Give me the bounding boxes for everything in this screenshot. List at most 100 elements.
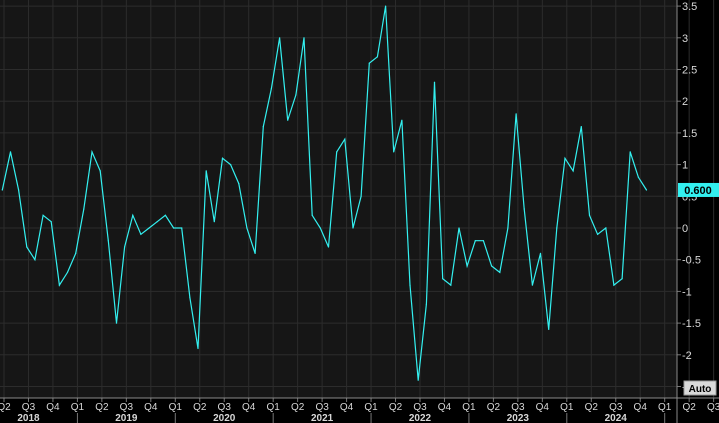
x-tick-label: Q1 xyxy=(71,402,85,413)
data-point xyxy=(409,284,411,286)
data-point xyxy=(588,214,591,216)
x-tick-label: Q4 xyxy=(536,402,550,413)
data-point xyxy=(580,126,582,128)
auto-scale-button-label[interactable]: Auto xyxy=(689,384,712,395)
x-tick-label: Q1 xyxy=(560,402,574,413)
data-point xyxy=(83,208,85,210)
x-tick-label: Q4 xyxy=(144,402,158,413)
x-tick-label: Q3 xyxy=(609,402,623,413)
data-point xyxy=(597,233,599,235)
data-point xyxy=(645,189,648,191)
data-point xyxy=(327,246,330,248)
data-point xyxy=(360,195,362,197)
data-point xyxy=(523,208,525,210)
x-tick-label: Q3 xyxy=(120,402,134,413)
data-point xyxy=(344,138,346,140)
data-point xyxy=(401,119,403,121)
data-point xyxy=(450,284,452,286)
data-point xyxy=(279,37,281,39)
data-point xyxy=(254,252,256,254)
data-point xyxy=(499,271,501,273)
data-point xyxy=(637,176,640,178)
y-tick-label: 0 xyxy=(682,223,688,235)
data-point xyxy=(564,157,566,159)
data-point xyxy=(75,252,77,254)
x-tick-label: Q4 xyxy=(242,402,256,413)
x-year-label: 2021 xyxy=(311,413,334,423)
x-tick-label: Q2 xyxy=(291,402,305,413)
data-point xyxy=(376,56,378,58)
data-point xyxy=(156,221,158,223)
data-point xyxy=(115,322,118,324)
data-point xyxy=(91,151,93,153)
x-tick-label: Q2 xyxy=(0,402,11,413)
data-point xyxy=(1,189,3,191)
x-tick-label: Q3 xyxy=(413,402,427,413)
y-tick-label: 3.5 xyxy=(682,1,697,13)
data-point xyxy=(173,227,175,229)
data-point xyxy=(34,259,36,261)
data-point xyxy=(433,81,436,83)
data-point xyxy=(319,227,321,229)
data-point xyxy=(507,227,509,229)
data-point xyxy=(287,119,289,121)
data-point xyxy=(50,221,52,223)
x-year-label: 2022 xyxy=(409,413,432,423)
data-point xyxy=(352,227,354,229)
y-tick-label: -1 xyxy=(682,286,692,298)
data-point xyxy=(385,5,387,7)
data-point xyxy=(140,233,142,235)
data-point xyxy=(221,157,224,159)
x-tick-label: Q1 xyxy=(169,402,183,413)
x-year-label: 2024 xyxy=(605,413,628,423)
x-tick-label: Q2 xyxy=(95,402,109,413)
x-tick-label: Q3 xyxy=(707,402,719,413)
data-point xyxy=(368,62,370,64)
data-point xyxy=(605,227,607,229)
x-tick-label: Q2 xyxy=(193,402,207,413)
data-point xyxy=(458,227,460,229)
last-value-label: 0.600 xyxy=(684,185,712,197)
data-point xyxy=(262,126,264,128)
auto-scale-button[interactable]: Auto xyxy=(683,380,717,396)
x-year-label: 2018 xyxy=(17,413,40,423)
data-point xyxy=(548,328,550,330)
y-tick-label: -1.5 xyxy=(682,318,701,330)
x-year-label: 2020 xyxy=(213,413,236,423)
data-point xyxy=(482,240,484,242)
data-point xyxy=(181,227,183,229)
data-point xyxy=(205,170,207,172)
data-point xyxy=(417,379,419,381)
data-point xyxy=(132,214,134,216)
x-tick-label: Q4 xyxy=(340,402,354,413)
x-tick-label: Q1 xyxy=(364,402,378,413)
data-point xyxy=(58,284,61,286)
y-tick-label: 2.5 xyxy=(682,65,697,77)
y-tick-label: -0.5 xyxy=(682,255,701,267)
x-tick-label: Q2 xyxy=(389,402,403,413)
data-point xyxy=(164,214,166,216)
data-point xyxy=(629,151,631,153)
x-tick-label: Q3 xyxy=(315,402,329,413)
data-point xyxy=(466,265,468,267)
y-tick-label: 1 xyxy=(682,160,688,172)
x-year-label: 2023 xyxy=(507,413,530,423)
x-tick-label: Q4 xyxy=(438,402,452,413)
x-tick-label: Q1 xyxy=(658,402,672,413)
x-tick-label: Q3 xyxy=(218,402,232,413)
x-tick-label: Q2 xyxy=(585,402,599,413)
data-point xyxy=(246,227,248,229)
data-point xyxy=(393,151,395,153)
data-point xyxy=(18,189,20,191)
x-tick-label: Q1 xyxy=(462,402,476,413)
data-point xyxy=(26,246,28,248)
data-point xyxy=(572,170,574,172)
data-point xyxy=(531,284,534,286)
data-point xyxy=(213,221,215,223)
x-tick-label: Q3 xyxy=(511,402,525,413)
y-tick-label: 1.5 xyxy=(682,128,697,140)
data-point xyxy=(311,214,313,216)
data-point xyxy=(230,164,232,166)
x-tick-label: Q1 xyxy=(266,402,280,413)
x-tick-label: Q4 xyxy=(46,402,60,413)
